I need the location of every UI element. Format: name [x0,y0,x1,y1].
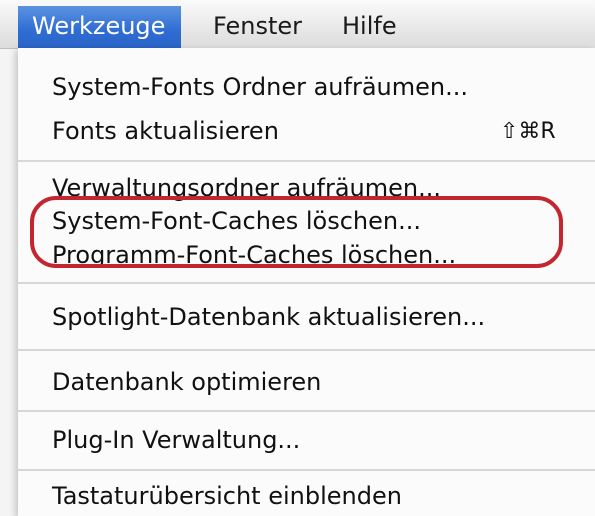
menu-item-plug-in-verwaltung[interactable]: Plug-In Verwaltung... [52,425,300,455]
menu-item-system-fonts-ordner-aufraeumen[interactable]: System-Fonts Ordner aufräumen... [52,72,468,102]
menu-separator [18,410,595,412]
menu-item-fonts-aktualisieren[interactable]: Fonts aktualisieren [52,116,279,146]
menu-bar: Werkzeuge Fenster Hilfe [0,0,595,49]
menu-separator [18,349,595,351]
menu-item-programm-font-caches-loeschen[interactable]: Programm-Font-Caches löschen... [52,240,456,270]
menu-item-tastaturuebersicht-einblenden[interactable]: Tastaturübersicht einblenden [52,481,402,511]
shortcut-label-fonts-aktualisieren: ⇧⌘R [500,119,556,144]
menu-item-spotlight-datenbank-aktualisieren[interactable]: Spotlight-Datenbank aktualisieren... [52,302,485,332]
menu-fenster[interactable]: Fenster [213,11,302,41]
menu-item-verwaltungsordner-aufraeumen[interactable]: Verwaltungsordner aufräumen... [52,173,441,203]
menu-werkzeuge[interactable]: Werkzeuge [18,6,182,48]
menu-item-datenbank-optimieren[interactable]: Datenbank optimieren [52,367,321,397]
menu-separator [18,469,595,471]
menu-separator [18,160,595,162]
menu-separator [18,282,595,284]
menu-item-system-font-caches-loeschen[interactable]: System-Font-Caches löschen... [52,206,421,236]
menu-hilfe[interactable]: Hilfe [342,11,397,41]
